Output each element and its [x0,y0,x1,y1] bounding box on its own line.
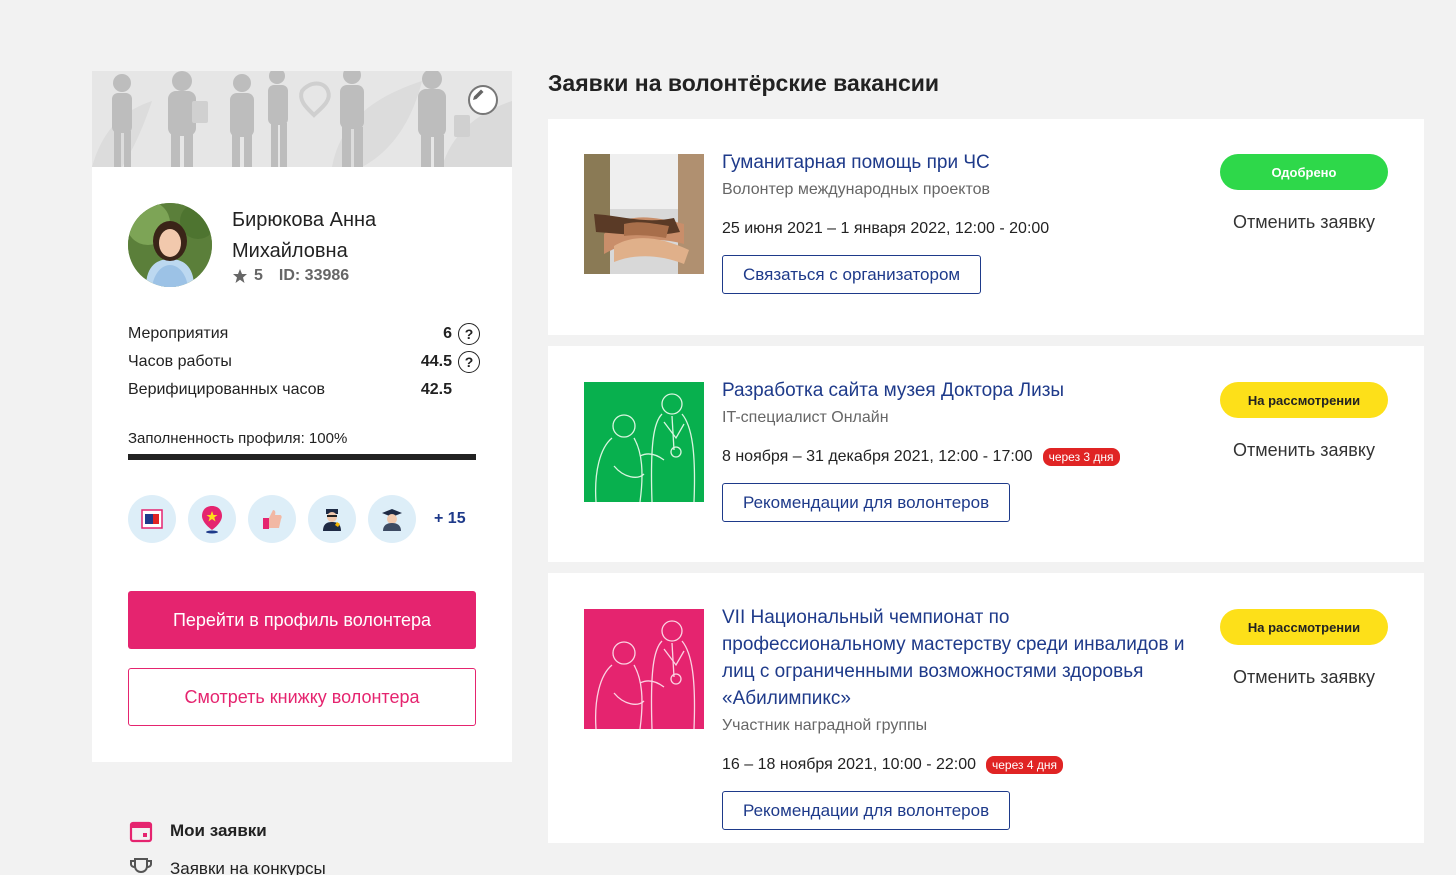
star-icon [233,269,247,283]
stat-label: Часов работы [128,353,232,370]
vacancy-dates: 25 июня 2021 – 1 января 2022, 12:00 - 20… [722,220,1192,238]
thumbs-up-badge-icon[interactable] [248,495,296,543]
pink-line-art-image [584,609,704,729]
view-volunteer-book-button[interactable]: Смотреть книжку волонтера [128,668,476,726]
profile-card: Бирюкова Анна Михайловна 5 ID: 33986 Мер… [92,71,512,762]
go-to-volunteer-profile-button[interactable]: Перейти в профиль волонтера [128,591,476,649]
hands-together-photo [584,154,704,274]
vacancy-card: Гуманитарная помощь при ЧС Волонтер межд… [548,119,1424,335]
contact-organizer-button[interactable]: Связаться с организатором [722,255,982,294]
vacancy-role: Волонтер международных проектов [722,181,990,198]
vacancy-thumbnail[interactable] [584,382,704,502]
stat-row-events: Мероприятия 6 ? [128,320,480,348]
completeness-label: Заполненность профиля: 100% [128,430,348,447]
vacancy-card: Разработка сайта музея Доктора Лизы IT-с… [548,346,1424,562]
stat-label: Мероприятия [128,325,229,342]
status-badge: На рассмотрении [1220,382,1388,418]
nav-item-my-applications[interactable]: Мои заявки [128,815,488,847]
deadline-badge: через 3 дня [1042,448,1120,466]
side-nav: Мои заявки Заявки на конкурсы [128,815,488,875]
profile-banner [92,71,512,167]
police-officer-badge-icon[interactable] [308,495,356,543]
volunteer-recommendations-button[interactable]: Рекомендации для волонтеров [722,791,1011,830]
avatar-photo [128,203,212,287]
help-spacer [458,379,480,401]
profile-stats: Мероприятия 6 ? Часов работы 44.5 ? Вери… [128,320,480,404]
letter-badge-icon[interactable] [128,495,176,543]
achievement-badges: + 15 [128,495,466,543]
cancel-application-link[interactable]: Отменить заявку [1220,667,1388,688]
map-pin-badge-glyph [202,506,222,534]
vacancy-dates: 8 ноября – 31 декабря 2021, 12:00 - 17:0… [722,448,1192,466]
graduate-badge-glyph [382,509,402,531]
nav-item-label: Мои заявки [170,821,267,840]
user-meta: 5 ID: 33986 [232,267,349,285]
vacancy-role: IT-специалист Онлайн [722,409,889,426]
vacancy-info: Гуманитарная помощь при ЧС Волонтер межд… [722,149,1192,294]
avatar[interactable] [128,203,212,287]
green-line-art-image [584,382,704,502]
status-badge: Одобрено [1220,154,1388,190]
pencil-icon [473,89,484,100]
status-badge: На рассмотрении [1220,609,1388,645]
profile-completeness: Заполненность профиля: 100% [128,429,476,460]
volunteer-recommendations-button[interactable]: Рекомендации для волонтеров [722,483,1011,522]
letter-badge-glyph [141,509,163,529]
vacancy-thumbnail[interactable] [584,609,704,729]
help-icon[interactable]: ? [458,323,480,345]
vacancy-title[interactable]: Гуманитарная помощь при ЧС [722,149,1192,176]
vacancy-date-text: 25 июня 2021 – 1 января 2022, 12:00 - 20… [722,220,1050,237]
stat-row-hours: Часов работы 44.5 ? [128,348,480,376]
cancel-application-link[interactable]: Отменить заявку [1220,212,1388,233]
stat-label: Верифицированных часов [128,381,326,398]
map-pin-star-badge-icon[interactable] [188,495,236,543]
vacancy-title[interactable]: Разработка сайта музея Доктора Лизы [722,377,1192,404]
stat-row-verified-hours: Верифицированных часов 42.5 [128,376,480,404]
page-title: Заявки на волонтёрские вакансии [548,70,940,96]
user-id: ID: 33986 [278,267,350,284]
vacancy-info: Разработка сайта музея Доктора Лизы IT-с… [722,377,1192,522]
vacancy-date-text: 8 ноября – 31 декабря 2021, 12:00 - 17:0… [722,448,1033,465]
user-full-name: Бирюкова Анна Михайловна [232,209,377,262]
stat-value: 42.5 [420,381,452,398]
vacancy-thumbnail[interactable] [584,154,704,274]
completeness-progress-fill [128,454,476,460]
police-officer-badge-glyph [323,509,341,531]
vacancy-date-text: 16 – 18 ноября 2021, 10:00 - 22:00 [722,756,976,773]
completeness-progress-bar [128,454,476,460]
nav-item-label: Заявки на конкурсы [170,859,326,875]
volunteers-illustration [92,71,512,167]
thumbs-up-badge-glyph [263,510,282,529]
edit-profile-button[interactable] [468,85,498,115]
more-badges-link[interactable]: + 15 [434,510,466,528]
calendar-icon [129,821,153,843]
deadline-badge: через 4 дня [986,756,1063,774]
help-icon[interactable]: ? [458,351,480,373]
graduate-badge-icon[interactable] [368,495,416,543]
vacancy-dates: 16 – 18 ноября 2021, 10:00 - 22:00 через… [722,756,1192,774]
vacancy-card: VII Национальный чемпионат по профессион… [548,573,1424,843]
user-rating: 5 [254,267,263,284]
cancel-application-link[interactable]: Отменить заявку [1220,440,1388,461]
vacancy-title[interactable]: VII Национальный чемпионат по профессион… [722,604,1192,712]
vacancy-info: VII Национальный чемпионат по профессион… [722,604,1192,830]
vacancy-role: Участник наградной группы [722,717,928,734]
nav-item-contest-applications[interactable]: Заявки на конкурсы [128,853,488,875]
trophy-icon [130,858,152,874]
stat-value: 44.5 [420,353,452,370]
user-summary: Бирюкова Анна Михайловна 5 ID: 33986 [128,203,488,289]
stat-value: 6 [443,325,452,342]
